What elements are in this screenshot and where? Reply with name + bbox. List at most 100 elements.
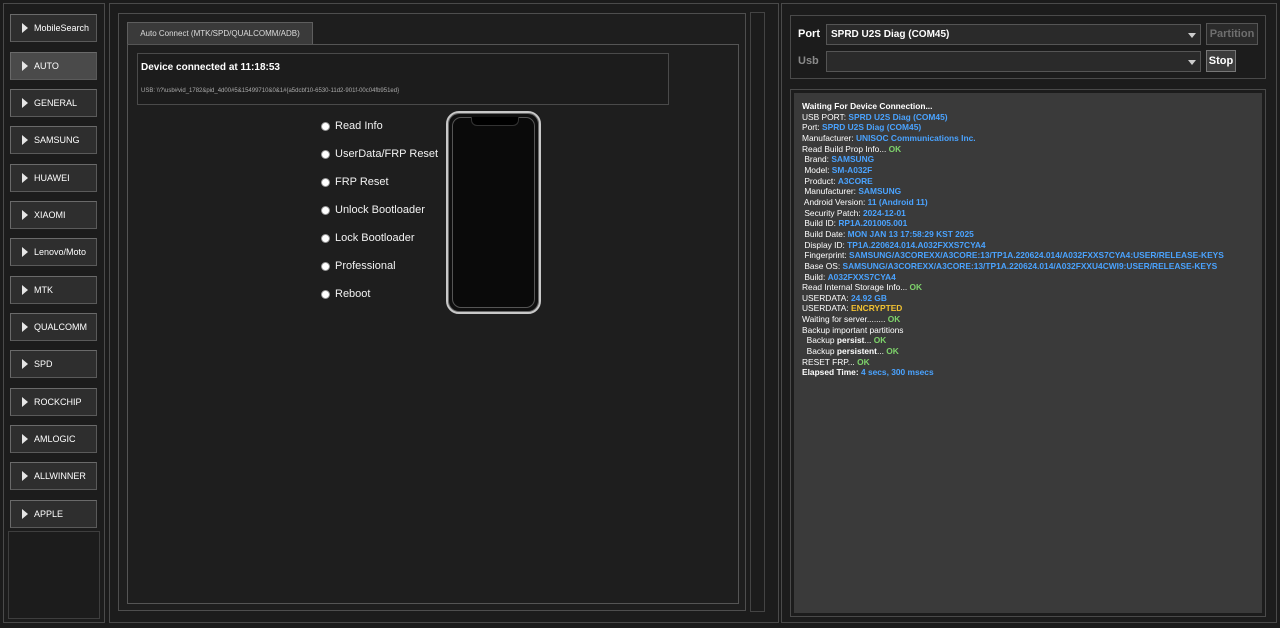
log-line: Waiting For Device Connection... — [802, 101, 1254, 112]
radio-button[interactable] — [321, 261, 330, 271]
log-segment: Waiting for server........ — [802, 314, 888, 325]
play-triangle-icon — [22, 23, 28, 33]
partition-button[interactable]: Partition — [1206, 23, 1258, 45]
sidebar-item-general[interactable]: GENERAL — [10, 89, 97, 117]
log-segment: Product: — [802, 175, 838, 186]
device-connected-text: Device connected at 11:18:53 — [141, 62, 280, 73]
phone-notch — [470, 117, 519, 126]
log-segment: 2024-12-01 — [862, 207, 906, 218]
sidebar: MobileSearch AUTO GENERAL SAMSUNG HUAWEI… — [3, 3, 105, 623]
log-line: Fingerprint: SAMSUNG/A3COREXX/A3CORE:13/… — [802, 250, 1254, 261]
radio-button[interactable] — [321, 289, 330, 299]
log-line: Read Internal Storage Info... OK — [802, 282, 1254, 293]
log-line: USERDATA: 24.92 GB — [802, 293, 1254, 304]
main-panel: Auto Connect (MTK/SPD/QUALCOMM/ADB) Devi… — [109, 3, 779, 623]
right-panel: Port SPRD U2S Diag (COM45) Partition Usb… — [781, 3, 1277, 623]
log-segment: SAMSUNG/A3COREXX/A3CORE:13/TP1A.220624.0… — [842, 260, 1218, 271]
option-frp-reset[interactable]: FRP Reset — [321, 174, 389, 190]
sidebar-item-label: HUAWEI — [34, 173, 70, 183]
sidebar-item-label: SPD — [34, 359, 53, 369]
sidebar-footer-box — [8, 531, 100, 619]
sidebar-item-auto[interactable]: AUTO — [10, 52, 97, 80]
log-line: Brand: SAMSUNG — [802, 154, 1254, 165]
log-segment: Android Version: — [802, 196, 868, 207]
sidebar-item-xiaomi[interactable]: XIAOMI — [10, 201, 97, 229]
dropdown-arrow-icon — [1188, 60, 1196, 65]
radio-button[interactable] — [321, 177, 330, 187]
dropdown-arrow-icon — [1188, 33, 1196, 38]
sidebar-item-huawei[interactable]: HUAWEI — [10, 164, 97, 192]
log-segment: SAMSUNG — [831, 154, 875, 165]
option-userdata-frp-reset[interactable]: UserData/FRP Reset — [321, 146, 438, 162]
log-segment: SPRD U2S Diag (COM45) — [848, 111, 948, 122]
play-triangle-icon — [22, 61, 28, 71]
tab-auto-connect[interactable]: Auto Connect (MTK/SPD/QUALCOMM/ADB) — [127, 22, 313, 44]
log-segment: Brand: — [802, 154, 832, 165]
log-segment: SM-A032F — [831, 164, 873, 175]
port-label: Port — [798, 28, 820, 40]
sidebar-item-amlogic[interactable]: AMLOGIC — [10, 425, 97, 453]
sidebar-item-allwinner[interactable]: ALLWINNER — [10, 462, 97, 490]
option-reboot[interactable]: Reboot — [321, 286, 370, 302]
log-line: USERDATA: ENCRYPTED — [802, 303, 1254, 314]
sidebar-item-mtk[interactable]: MTK — [10, 276, 97, 304]
sidebar-item-spd[interactable]: SPD — [10, 350, 97, 378]
option-professional[interactable]: Professional — [321, 258, 396, 274]
log-segment: SAMSUNG — [858, 186, 902, 197]
sidebar-item-label: ROCKCHIP — [34, 397, 82, 407]
radio-button[interactable] — [321, 205, 330, 215]
log-line: Security Patch: 2024-12-01 — [802, 208, 1254, 219]
log-segment: Security Patch: — [802, 207, 863, 218]
log-line: RESET FRP... OK — [802, 357, 1254, 368]
log-segment: Elapsed Time: — [802, 367, 861, 378]
tab-container: Auto Connect (MTK/SPD/QUALCOMM/ADB) Devi… — [118, 13, 746, 611]
log-line: USB PORT: SPRD U2S Diag (COM45) — [802, 112, 1254, 123]
usb-select[interactable] — [826, 51, 1201, 72]
play-triangle-icon — [22, 285, 28, 295]
option-read-info[interactable]: Read Info — [321, 118, 383, 134]
sidebar-item-samsung[interactable]: SAMSUNG — [10, 126, 97, 154]
radio-button[interactable] — [321, 121, 330, 131]
log-segment: Base OS: — [802, 260, 843, 271]
sidebar-item-rockchip[interactable]: ROCKCHIP — [10, 388, 97, 416]
option-lock-bootloader[interactable]: Lock Bootloader — [321, 230, 415, 246]
option-unlock-bootloader[interactable]: Unlock Bootloader — [321, 202, 425, 218]
stop-button[interactable]: Stop — [1206, 50, 1236, 72]
sidebar-item-lenovo-moto[interactable]: Lenovo/Moto — [10, 238, 97, 266]
log-line: Manufacturer: SAMSUNG — [802, 186, 1254, 197]
sidebar-item-apple[interactable]: APPLE — [10, 500, 97, 528]
log-line: Model: SM-A032F — [802, 165, 1254, 176]
log-segment: persist — [836, 335, 865, 346]
play-triangle-icon — [22, 173, 28, 183]
play-triangle-icon — [22, 98, 28, 108]
sidebar-item-qualcomm[interactable]: QUALCOMM — [10, 313, 97, 341]
log-line: Base OS: SAMSUNG/A3COREXX/A3CORE:13/TP1A… — [802, 261, 1254, 272]
log-segment: Port: — [802, 122, 823, 133]
sidebar-item-label: QUALCOMM — [34, 322, 88, 332]
log-segment: RESET FRP... — [802, 356, 858, 367]
log-segment: ... — [876, 346, 887, 357]
log-segment: A032FXXS7CYA4 — [827, 271, 896, 282]
log-segment: Build ID: — [802, 218, 839, 229]
log-segment: Manufacturer: — [802, 186, 859, 197]
option-label: Lock Bootloader — [335, 232, 415, 244]
log-segment: USB PORT: — [802, 111, 849, 122]
log-output: Waiting For Device Connection... USB PORT… — [794, 93, 1262, 613]
sidebar-item-label: SAMSUNG — [34, 135, 80, 145]
log-segment: TP1A.220624.014.A032FXXS7CYA4 — [847, 239, 986, 250]
radio-button[interactable] — [321, 149, 330, 159]
log-segment: Model: — [802, 164, 832, 175]
radio-button[interactable] — [321, 233, 330, 243]
sidebar-item-mobilesearch[interactable]: MobileSearch — [10, 14, 97, 42]
phone-screen — [452, 117, 535, 308]
play-triangle-icon — [22, 434, 28, 444]
port-select[interactable]: SPRD U2S Diag (COM45) — [826, 24, 1201, 45]
log-segment: Read Build Prop Info... — [802, 143, 889, 154]
log-segment: Fingerprint: — [802, 250, 850, 261]
phone-illustration — [446, 111, 541, 314]
option-label: FRP Reset — [335, 176, 389, 188]
log-line: Backup persist... OK — [802, 335, 1254, 346]
play-triangle-icon — [22, 359, 28, 369]
option-label: UserData/FRP Reset — [335, 148, 439, 160]
log-segment: USERDATA: — [802, 303, 852, 314]
